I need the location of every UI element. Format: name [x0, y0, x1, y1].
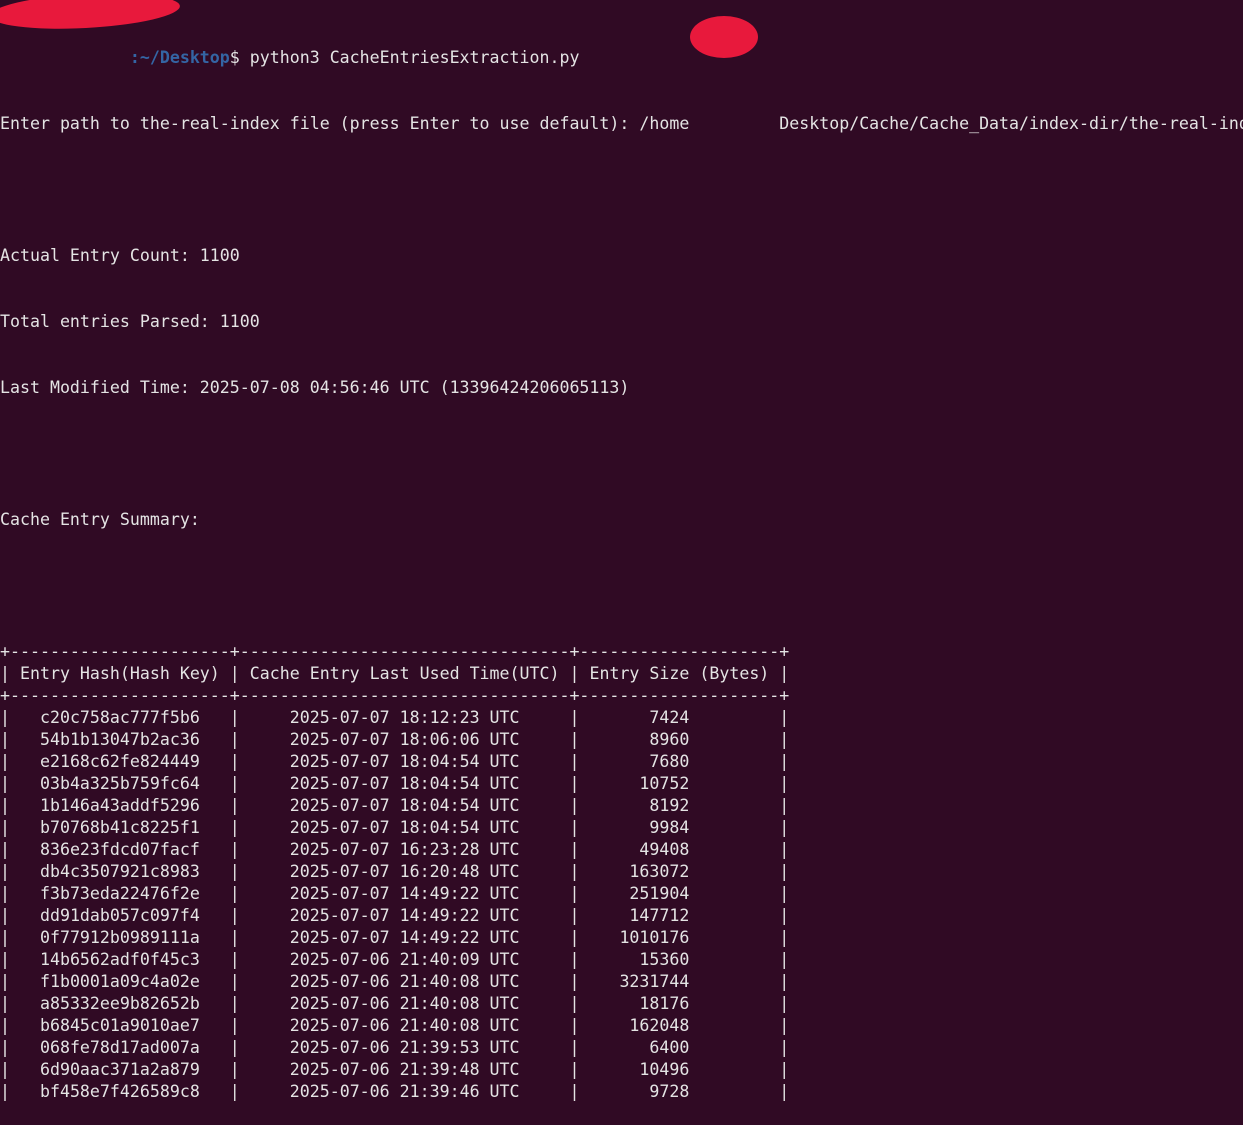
cell-entry-size: 9728	[579, 1082, 780, 1101]
table-row: | dd91dab057c097f4 | 2025-07-07 14:49:22…	[0, 906, 790, 925]
cell-entry-size: 163072	[579, 862, 780, 881]
cell-entry-hash: 068fe78d17ad007a	[10, 1038, 230, 1057]
cell-entry-hash: bf458e7f426589c8	[10, 1082, 230, 1101]
cell-entry-hash: 54b1b13047b2ac36	[10, 730, 230, 749]
table-row: | 6d90aac371a2a879 | 2025-07-06 21:39:48…	[0, 1060, 790, 1079]
table-row: | 836e23fdcd07facf | 2025-07-07 16:23:28…	[0, 840, 790, 859]
summary-title: Cache Entry Summary:	[0, 510, 200, 529]
cell-last-used-time: 2025-07-06 21:40:08 UTC	[239, 972, 570, 991]
table-row: | 54b1b13047b2ac36 | 2025-07-07 18:06:06…	[0, 730, 790, 749]
table-row: | c20c758ac777f5b6 | 2025-07-07 18:12:23…	[0, 708, 790, 727]
cell-last-used-time: 2025-07-06 21:40:08 UTC	[239, 994, 570, 1013]
cell-entry-hash: a85332ee9b82652b	[10, 994, 230, 1013]
cell-entry-size: 162048	[579, 1016, 780, 1035]
cell-entry-hash: 03b4a325b759fc64	[10, 774, 230, 793]
cell-last-used-time: 2025-07-07 18:04:54 UTC	[239, 774, 570, 793]
cell-entry-size: 10752	[579, 774, 780, 793]
header-last-used-time: Cache Entry Last Used Time(UTC)	[249, 664, 560, 683]
cell-entry-hash: 0f77912b0989111a	[10, 928, 230, 947]
cell-last-used-time: 2025-07-06 21:40:08 UTC	[239, 1016, 570, 1035]
prompt-path: :~/Desktop	[129, 48, 230, 67]
cell-entry-size: 1010176	[579, 928, 780, 947]
cell-entry-hash: db4c3507921c8983	[10, 862, 230, 881]
cell-entry-size: 7424	[579, 708, 780, 727]
cell-entry-size: 8192	[579, 796, 780, 815]
cell-entry-hash: b6845c01a9010ae7	[10, 1016, 230, 1035]
header-entry-size: Entry Size (Bytes)	[589, 664, 770, 683]
cell-entry-size: 18176	[579, 994, 780, 1013]
cell-entry-size: 147712	[579, 906, 780, 925]
cell-entry-hash: e2168c62fe824449	[10, 752, 230, 771]
cell-entry-hash: 6d90aac371a2a879	[10, 1060, 230, 1079]
cell-entry-hash: dd91dab057c097f4	[10, 906, 230, 925]
cell-entry-size: 10496	[579, 1060, 780, 1079]
redaction-mark-path	[690, 16, 758, 58]
cell-last-used-time: 2025-07-07 18:04:54 UTC	[239, 752, 570, 771]
actual-entry-count: Actual Entry Count: 1100	[0, 246, 240, 265]
cell-last-used-time: 2025-07-07 18:04:54 UTC	[239, 818, 570, 837]
cell-entry-size: 251904	[579, 884, 780, 903]
input-path-start: /home	[639, 114, 690, 133]
input-prompt-label: Enter path to the-real-index file (press…	[0, 114, 640, 133]
cell-entry-hash: 836e23fdcd07facf	[10, 840, 230, 859]
table-row: | a85332ee9b82652b | 2025-07-06 21:40:08…	[0, 994, 790, 1013]
total-entries-parsed: Total entries Parsed: 1100	[0, 312, 260, 331]
cell-entry-hash: b70768b41c8225f1	[10, 818, 230, 837]
cell-last-used-time: 2025-07-07 14:49:22 UTC	[239, 884, 570, 903]
cell-last-used-time: 2025-07-07 16:20:48 UTC	[239, 862, 570, 881]
input-path-rest: Desktop/Cache/Cache_Data/index-dir/the-r…	[779, 114, 1243, 133]
header-entry-hash: Entry Hash(Hash Key)	[19, 664, 220, 683]
cell-entry-size: 9984	[579, 818, 780, 837]
cell-last-used-time: 2025-07-07 16:23:28 UTC	[239, 840, 570, 859]
table-row: | 068fe78d17ad007a | 2025-07-06 21:39:53…	[0, 1038, 790, 1057]
last-modified-time: Last Modified Time: 2025-07-08 04:56:46 …	[0, 378, 630, 397]
cell-entry-hash: f3b73eda22476f2e	[10, 884, 230, 903]
cell-last-used-time: 2025-07-06 21:39:48 UTC	[239, 1060, 570, 1079]
cell-entry-hash: f1b0001a09c4a02e	[10, 972, 230, 991]
cell-last-used-time: 2025-07-07 14:49:22 UTC	[239, 906, 570, 925]
table-row: | 03b4a325b759fc64 | 2025-07-07 18:04:54…	[0, 774, 790, 793]
table-row: | b70768b41c8225f1 | 2025-07-07 18:04:54…	[0, 818, 790, 837]
table-row: | 14b6562adf0f45c3 | 2025-07-06 21:40:09…	[0, 950, 790, 969]
table-row: | db4c3507921c8983 | 2025-07-07 16:20:48…	[0, 862, 790, 881]
table-header: | Entry Hash(Hash Key) | Cache Entry Las…	[0, 664, 790, 683]
username-redacted	[0, 48, 130, 67]
table-row: | 1b146a43addf5296 | 2025-07-07 18:04:54…	[0, 796, 790, 815]
cache-entry-table: +----------------------+----------------…	[0, 641, 1243, 1103]
cell-last-used-time: 2025-07-07 18:04:54 UTC	[239, 796, 570, 815]
cell-last-used-time: 2025-07-07 14:49:22 UTC	[239, 928, 570, 947]
cell-entry-size: 49408	[579, 840, 780, 859]
input-prompt-line: Enter path to the-real-index file (press…	[0, 113, 1243, 135]
cell-last-used-time: 2025-07-06 21:40:09 UTC	[239, 950, 570, 969]
cell-entry-size: 8960	[579, 730, 780, 749]
cell-entry-hash: 1b146a43addf5296	[10, 796, 230, 815]
table-row: | e2168c62fe824449 | 2025-07-07 18:04:54…	[0, 752, 790, 771]
table-row: | f3b73eda22476f2e | 2025-07-07 14:49:22…	[0, 884, 790, 903]
cell-entry-hash: 14b6562adf0f45c3	[10, 950, 230, 969]
command-text: python3 CacheEntriesExtraction.py	[249, 48, 580, 67]
terminal-output[interactable]: :~/Desktop$ python3 CacheEntriesExtracti…	[0, 3, 1243, 1125]
command-line: :~/Desktop$ python3 CacheEntriesExtracti…	[0, 47, 1243, 69]
cell-last-used-time: 2025-07-07 18:12:23 UTC	[239, 708, 570, 727]
cell-entry-size: 6400	[579, 1038, 780, 1057]
table-row: | 0f77912b0989111a | 2025-07-07 14:49:22…	[0, 928, 790, 947]
prompt-symbol: $	[229, 48, 250, 67]
table-row: | bf458e7f426589c8 | 2025-07-06 21:39:46…	[0, 1082, 790, 1101]
cell-last-used-time: 2025-07-06 21:39:46 UTC	[239, 1082, 570, 1101]
cell-entry-size: 7680	[579, 752, 780, 771]
cell-last-used-time: 2025-07-07 18:06:06 UTC	[239, 730, 570, 749]
table-border: +----------------------+----------------…	[0, 642, 790, 661]
cell-entry-hash: c20c758ac777f5b6	[10, 708, 230, 727]
cell-last-used-time: 2025-07-06 21:39:53 UTC	[239, 1038, 570, 1057]
cell-entry-size: 3231744	[579, 972, 780, 991]
cell-entry-size: 15360	[579, 950, 780, 969]
table-row: | f1b0001a09c4a02e | 2025-07-06 21:40:08…	[0, 972, 790, 991]
table-border: +----------------------+----------------…	[0, 686, 790, 705]
table-row: | b6845c01a9010ae7 | 2025-07-06 21:40:08…	[0, 1016, 790, 1035]
